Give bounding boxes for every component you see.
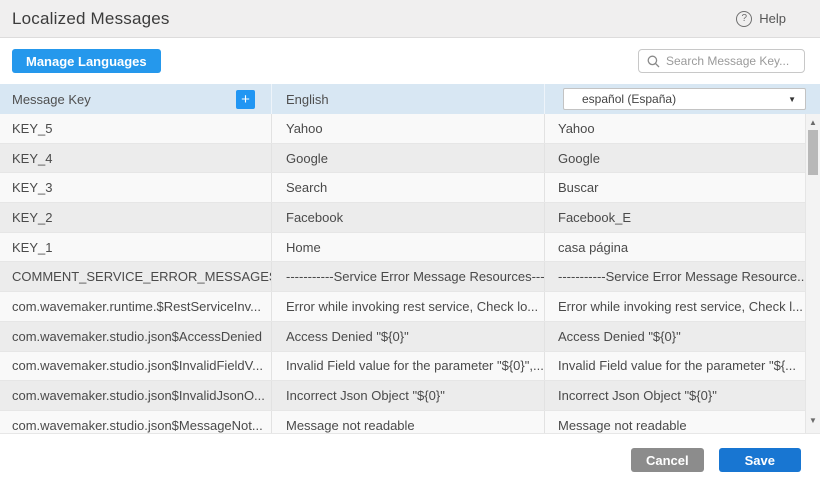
plus-icon: + bbox=[241, 91, 250, 108]
column-header-language: español (España) ▼ bbox=[545, 84, 820, 114]
cell-message-key: com.wavemaker.studio.json$MessageNot... bbox=[0, 411, 272, 433]
cell-message-key: KEY_5 bbox=[0, 114, 272, 143]
language-select[interactable]: español (España) ▼ bbox=[563, 88, 806, 110]
cell-english[interactable]: -----------Service Error Message Resourc… bbox=[272, 262, 545, 291]
page-title: Localized Messages bbox=[12, 9, 170, 29]
column-label-english: English bbox=[286, 92, 329, 107]
add-language-column-button[interactable]: + bbox=[236, 90, 255, 109]
cell-english[interactable]: Access Denied "${0}" bbox=[272, 322, 545, 351]
table-body: KEY_5 Yahoo Yahoo KEY_4 Google Google KE… bbox=[0, 114, 820, 433]
table-row[interactable]: com.wavemaker.runtime.$RestServiceInv...… bbox=[0, 292, 805, 322]
table-body-rows: KEY_5 Yahoo Yahoo KEY_4 Google Google KE… bbox=[0, 114, 805, 433]
table-row[interactable]: KEY_3 Search Buscar bbox=[0, 173, 805, 203]
cell-message-key: com.wavemaker.studio.json$InvalidFieldV.… bbox=[0, 352, 272, 381]
column-label-message-key: Message Key bbox=[12, 92, 91, 107]
table-row[interactable]: KEY_5 Yahoo Yahoo bbox=[0, 114, 805, 144]
save-button[interactable]: Save bbox=[719, 448, 801, 472]
table-row[interactable]: com.wavemaker.studio.json$InvalidJsonO..… bbox=[0, 381, 805, 411]
cell-translation[interactable]: Yahoo bbox=[545, 114, 805, 143]
footer: Cancel Save bbox=[0, 433, 820, 487]
cell-english[interactable]: Invalid Field value for the parameter "$… bbox=[272, 352, 545, 381]
scroll-down-arrow-icon[interactable]: ▼ bbox=[806, 415, 820, 427]
cell-english[interactable]: Home bbox=[272, 233, 545, 262]
table-header: Message Key + English español (España) ▼ bbox=[0, 84, 820, 114]
localized-messages-dialog: Localized Messages ? Help Manage Languag… bbox=[0, 0, 820, 487]
table-row[interactable]: com.wavemaker.studio.json$AccessDenied A… bbox=[0, 322, 805, 352]
cell-message-key: KEY_2 bbox=[0, 203, 272, 232]
cell-message-key: com.wavemaker.studio.json$AccessDenied bbox=[0, 322, 272, 351]
cell-translation[interactable]: Buscar bbox=[545, 173, 805, 202]
cell-message-key: COMMENT_SERVICE_ERROR_MESSAGES bbox=[0, 262, 272, 291]
table-row[interactable]: com.wavemaker.studio.json$InvalidFieldV.… bbox=[0, 352, 805, 382]
toolbar: Manage Languages bbox=[0, 38, 820, 84]
table-row[interactable]: KEY_1 Home casa página bbox=[0, 233, 805, 263]
cell-translation[interactable]: Access Denied "${0}" bbox=[545, 322, 805, 351]
scroll-up-arrow-icon[interactable]: ▲ bbox=[806, 117, 820, 129]
cell-translation[interactable]: -----------Service Error Message Resourc… bbox=[545, 262, 805, 291]
cell-english[interactable]: Incorrect Json Object "${0}" bbox=[272, 381, 545, 410]
cell-translation[interactable]: Error while invoking rest service, Check… bbox=[545, 292, 805, 321]
cell-translation[interactable]: casa página bbox=[545, 233, 805, 262]
cell-english[interactable]: Facebook bbox=[272, 203, 545, 232]
table-row[interactable]: com.wavemaker.studio.json$MessageNot... … bbox=[0, 411, 805, 433]
cell-translation[interactable]: Incorrect Json Object "${0}" bbox=[545, 381, 805, 410]
cell-english[interactable]: Message not readable bbox=[272, 411, 545, 433]
help-label: Help bbox=[759, 11, 786, 26]
cell-translation[interactable]: Invalid Field value for the parameter "$… bbox=[545, 352, 805, 381]
search-box[interactable] bbox=[638, 49, 805, 73]
titlebar: Localized Messages ? Help bbox=[0, 0, 820, 38]
cell-translation[interactable]: Facebook_E bbox=[545, 203, 805, 232]
cell-english[interactable]: Google bbox=[272, 144, 545, 173]
cancel-button[interactable]: Cancel bbox=[631, 448, 704, 472]
table-row[interactable]: COMMENT_SERVICE_ERROR_MESSAGES ---------… bbox=[0, 262, 805, 292]
language-select-value: español (España) bbox=[582, 92, 676, 106]
help-icon: ? bbox=[736, 11, 752, 27]
search-icon bbox=[647, 55, 660, 68]
vertical-scrollbar[interactable]: ▲ ▼ bbox=[805, 114, 820, 433]
cell-translation[interactable]: Message not readable bbox=[545, 411, 805, 433]
manage-languages-button[interactable]: Manage Languages bbox=[12, 49, 161, 73]
cell-message-key: KEY_1 bbox=[0, 233, 272, 262]
cell-translation[interactable]: Google bbox=[545, 144, 805, 173]
table-row[interactable]: KEY_2 Facebook Facebook_E bbox=[0, 203, 805, 233]
column-header-english: English bbox=[272, 84, 545, 114]
table-row[interactable]: KEY_4 Google Google bbox=[0, 144, 805, 174]
help-button[interactable]: ? Help bbox=[736, 11, 786, 27]
chevron-down-icon: ▼ bbox=[788, 95, 796, 104]
cell-english[interactable]: Error while invoking rest service, Check… bbox=[272, 292, 545, 321]
search-input[interactable] bbox=[666, 54, 798, 68]
cell-message-key: KEY_3 bbox=[0, 173, 272, 202]
cell-message-key: com.wavemaker.studio.json$InvalidJsonO..… bbox=[0, 381, 272, 410]
cell-english[interactable]: Search bbox=[272, 173, 545, 202]
cell-english[interactable]: Yahoo bbox=[272, 114, 545, 143]
cell-message-key: com.wavemaker.runtime.$RestServiceInv... bbox=[0, 292, 272, 321]
cell-message-key: KEY_4 bbox=[0, 144, 272, 173]
column-header-message-key: Message Key + bbox=[0, 84, 272, 114]
scrollbar-thumb[interactable] bbox=[808, 130, 818, 175]
